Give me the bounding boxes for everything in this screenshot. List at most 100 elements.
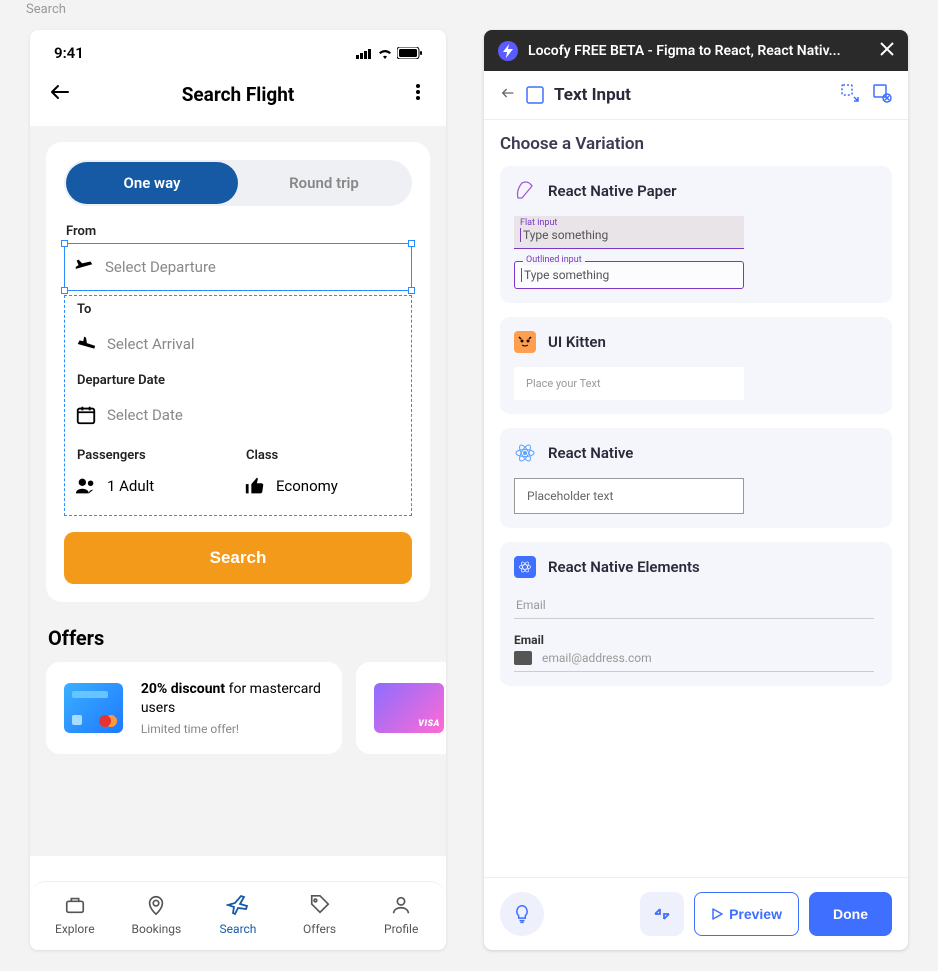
tab-search[interactable]: Search bbox=[197, 892, 279, 936]
from-placeholder: Select Departure bbox=[105, 258, 216, 276]
calendar-icon bbox=[75, 404, 97, 426]
signal-icon bbox=[356, 48, 373, 59]
menu-button[interactable] bbox=[402, 82, 428, 106]
plane-icon bbox=[226, 893, 250, 917]
plugin-panel: Locofy FREE BETA - Figma to React, React… bbox=[484, 30, 908, 950]
date-label: Departure Date bbox=[75, 373, 401, 388]
class-field[interactable]: Class Economy bbox=[244, 444, 401, 505]
rnp-flat-input-sample: Flat input Type something bbox=[514, 216, 744, 249]
panel-back-button[interactable] bbox=[500, 85, 516, 105]
tab-bar: Explore Bookings Search Offers Profile bbox=[30, 881, 446, 950]
thumb-up-icon bbox=[244, 475, 266, 497]
one-way-tab[interactable]: One way bbox=[66, 162, 238, 204]
page-title: Search Flight bbox=[74, 83, 402, 106]
offer-card-visa[interactable]: VISA bbox=[356, 662, 446, 754]
rne-logo-icon bbox=[514, 556, 536, 578]
date-input[interactable]: Select Date bbox=[75, 392, 401, 438]
arrow-left-icon bbox=[500, 85, 516, 101]
variation-react-native-elements[interactable]: React Native Elements Email Email email@… bbox=[500, 542, 892, 686]
visa-image: VISA bbox=[374, 683, 444, 733]
class-label: Class bbox=[244, 448, 401, 463]
collapse-icon bbox=[653, 905, 671, 923]
text-input-frame-icon bbox=[526, 86, 544, 104]
preview-button[interactable]: Preview bbox=[694, 892, 799, 936]
hint-button[interactable] bbox=[500, 892, 544, 936]
class-value: Economy bbox=[276, 477, 338, 495]
lightbulb-icon bbox=[512, 904, 532, 924]
done-button[interactable]: Done bbox=[809, 892, 892, 936]
status-icons bbox=[356, 47, 422, 59]
status-time: 9:41 bbox=[54, 44, 84, 62]
arrow-left-icon bbox=[48, 80, 72, 104]
offer-card-mastercard[interactable]: 20% discount for mastercard users Limite… bbox=[46, 662, 342, 754]
figma-selection-label: Search bbox=[26, 2, 66, 17]
close-button[interactable] bbox=[880, 40, 894, 61]
close-icon bbox=[880, 42, 894, 56]
remove-tag-icon bbox=[872, 83, 892, 103]
multiselect-region: 313 × 56 To Select Arrival Departure Dat… bbox=[64, 295, 412, 516]
auto-tag-icon bbox=[840, 83, 860, 103]
battery-icon bbox=[397, 47, 422, 59]
from-label: From bbox=[64, 224, 412, 239]
variation-title: React Native bbox=[548, 444, 633, 462]
panel-subheader: Text Input bbox=[484, 71, 908, 120]
variation-react-native-paper[interactable]: React Native Paper Flat input Type somet… bbox=[500, 166, 892, 303]
choose-variation-label: Choose a Variation bbox=[500, 134, 892, 154]
user-icon bbox=[390, 894, 412, 916]
remove-tag-button[interactable] bbox=[872, 83, 892, 107]
date-placeholder: Select Date bbox=[107, 406, 183, 424]
phone-frame: 9:41 Search Flight One way Round trip Fr… bbox=[30, 30, 446, 950]
tag-icon bbox=[309, 894, 331, 916]
back-button[interactable] bbox=[48, 80, 74, 108]
pin-icon bbox=[145, 894, 167, 916]
to-input[interactable]: Select Arrival bbox=[75, 321, 401, 367]
variation-react-native[interactable]: React Native Placeholder text bbox=[500, 428, 892, 528]
wifi-icon bbox=[377, 48, 393, 59]
rne-email-input-1: Email bbox=[514, 592, 874, 619]
variation-title: React Native Paper bbox=[548, 182, 677, 200]
panel-title: Locofy FREE BETA - Figma to React, React… bbox=[528, 43, 870, 59]
bolt-icon bbox=[503, 44, 513, 58]
play-icon bbox=[711, 908, 723, 920]
status-bar: 9:41 bbox=[30, 30, 446, 70]
rne-email-input-2: email@address.com bbox=[514, 651, 874, 672]
panel-footer: Preview Done bbox=[484, 877, 908, 950]
tab-profile[interactable]: Profile bbox=[360, 892, 442, 936]
collapse-button[interactable] bbox=[640, 892, 684, 936]
offers-row: 20% discount for mastercard users Limite… bbox=[46, 662, 430, 754]
from-field-group: From Select Departure bbox=[64, 224, 412, 291]
mastercard-image bbox=[64, 683, 123, 733]
uik-input-sample: Place your Text bbox=[514, 367, 744, 400]
search-form-card: One way Round trip From Select Departure… bbox=[46, 142, 430, 602]
passengers-value: 1 Adult bbox=[107, 477, 154, 495]
passengers-label: Passengers bbox=[75, 448, 232, 463]
rnp-outlined-input-sample: Outlined input Type something bbox=[514, 261, 744, 289]
trip-type-toggle: One way Round trip bbox=[64, 160, 412, 206]
offers-heading: Offers bbox=[48, 626, 430, 650]
tab-explore[interactable]: Explore bbox=[34, 892, 116, 936]
app-header: Search Flight bbox=[30, 70, 446, 126]
offer-text: 20% discount for mastercard users bbox=[141, 680, 324, 718]
rne-email-label: Email bbox=[514, 633, 878, 647]
tab-offers[interactable]: Offers bbox=[279, 892, 361, 936]
dots-vertical-icon bbox=[408, 82, 428, 102]
ui-kitten-logo-icon bbox=[514, 331, 536, 353]
people-icon bbox=[75, 475, 97, 497]
round-trip-tab[interactable]: Round trip bbox=[238, 162, 410, 204]
variation-title: React Native Elements bbox=[548, 558, 700, 576]
variation-title: UI Kitten bbox=[548, 333, 606, 351]
panel-header: Locofy FREE BETA - Figma to React, React… bbox=[484, 30, 908, 71]
briefcase-icon bbox=[64, 894, 86, 916]
tab-bookings[interactable]: Bookings bbox=[116, 892, 198, 936]
flight-takeoff-icon bbox=[73, 256, 95, 278]
passengers-field[interactable]: Passengers 1 Adult bbox=[75, 444, 232, 505]
search-button[interactable]: Search bbox=[64, 532, 412, 584]
variation-ui-kitten[interactable]: UI Kitten Place your Text bbox=[500, 317, 892, 414]
panel-subtitle: Text Input bbox=[554, 85, 631, 105]
from-input-selected[interactable]: Select Departure bbox=[64, 243, 412, 291]
rn-input-sample: Placeholder text bbox=[514, 478, 744, 514]
auto-tag-button[interactable] bbox=[840, 83, 860, 107]
react-logo-icon bbox=[514, 442, 536, 464]
offer-subtext: Limited time offer! bbox=[141, 722, 324, 736]
to-label: To bbox=[75, 302, 401, 317]
